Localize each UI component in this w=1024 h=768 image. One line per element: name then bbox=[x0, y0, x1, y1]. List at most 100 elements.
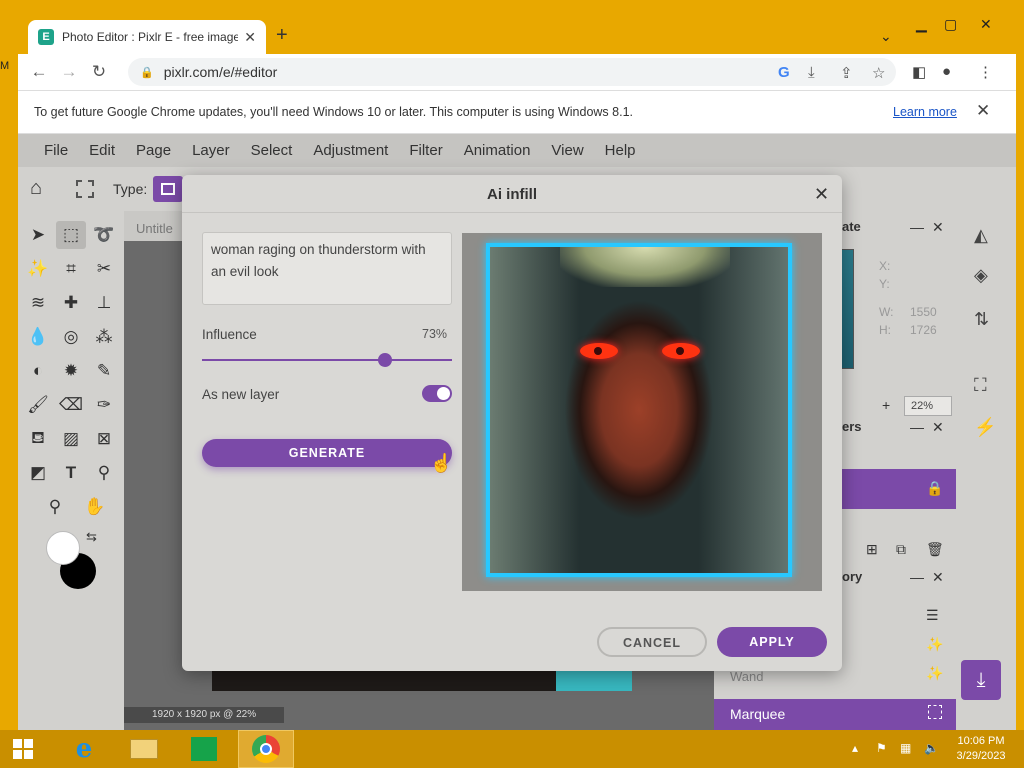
infobar-close-icon[interactable]: ✕ bbox=[976, 101, 990, 121]
address-bar[interactable]: 🔒 pixlr.com/e/#editor G ⤓ ⇪ ☆ bbox=[128, 58, 896, 86]
minimize-window-icon[interactable]: ▁ bbox=[916, 16, 927, 33]
text-tool-icon[interactable]: T bbox=[56, 459, 86, 487]
pen-tool-icon[interactable]: ✎ bbox=[89, 357, 119, 385]
gradient-tool-icon[interactable]: ▨ bbox=[56, 425, 86, 453]
navigator-close-icon[interactable]: ✕ bbox=[932, 219, 944, 236]
menu-edit[interactable]: Edit bbox=[89, 142, 115, 159]
maximize-window-icon[interactable]: ▢ bbox=[944, 16, 957, 33]
install-app-icon[interactable]: ⤓ bbox=[808, 64, 815, 81]
history-doc-icon[interactable]: ☰ bbox=[926, 607, 939, 624]
tray-volume-icon[interactable]: 🔈 bbox=[924, 741, 939, 755]
delete-layer-icon[interactable]: 🗑 bbox=[926, 541, 944, 558]
slider-thumb[interactable] bbox=[377, 353, 392, 367]
history-item-marquee[interactable]: Marquee bbox=[714, 699, 956, 730]
home-icon[interactable]: ⌂ bbox=[30, 177, 42, 200]
arrange-tool-icon[interactable]: ➤ bbox=[23, 221, 53, 249]
close-tab-icon[interactable]: ✕ bbox=[244, 29, 256, 46]
new-tab-icon[interactable]: + bbox=[276, 24, 288, 47]
share-icon[interactable]: ⇪ bbox=[840, 64, 853, 82]
as-new-layer-toggle[interactable] bbox=[422, 385, 452, 402]
ie-taskbar-icon[interactable]: e bbox=[56, 730, 112, 768]
browser-menu-icon[interactable]: ⋮ bbox=[978, 63, 993, 81]
layers-close-icon[interactable]: ✕ bbox=[932, 419, 944, 436]
sun-tool-icon[interactable]: ✹ bbox=[56, 357, 86, 385]
blur-tool-icon[interactable]: 💧 bbox=[23, 323, 53, 351]
clone-tool-icon[interactable]: ⊥ bbox=[89, 289, 119, 317]
download-button[interactable]: ⤓ bbox=[961, 660, 1001, 700]
swap-colors-icon[interactable]: ⇆ bbox=[86, 529, 97, 545]
tray-expand-icon[interactable]: ▴ bbox=[852, 741, 858, 755]
marquee-tool-icon[interactable]: ⬚ bbox=[56, 221, 86, 249]
learn-more-link[interactable]: Learn more bbox=[893, 105, 957, 119]
heal-tool-icon[interactable]: ✚ bbox=[56, 289, 86, 317]
liquify-tool-icon[interactable]: ≋ bbox=[23, 289, 53, 317]
crop-tool-icon[interactable]: ⌗ bbox=[56, 255, 86, 283]
hand-tool-icon[interactable]: ✋ bbox=[80, 493, 110, 521]
influence-slider[interactable] bbox=[202, 353, 452, 367]
zoom-tool-icon[interactable]: ⚲ bbox=[40, 493, 70, 521]
forward-arrow-icon[interactable]: → bbox=[54, 62, 84, 82]
dodge-tool-icon[interactable]: ◐ bbox=[23, 357, 53, 385]
duplicate-layer-icon[interactable]: ⧉ bbox=[896, 541, 906, 558]
layers-collapse-icon[interactable]: — bbox=[910, 419, 924, 435]
cut-tool-icon[interactable]: ✂ bbox=[89, 255, 119, 283]
wand-tool-icon[interactable]: ✨ bbox=[23, 255, 53, 283]
dialog-close-icon[interactable]: ✕ bbox=[814, 184, 829, 205]
quick-action-icon[interactable]: ⚡ bbox=[974, 417, 996, 438]
tray-flag-icon[interactable]: ⚑ bbox=[876, 741, 887, 755]
prompt-input[interactable]: woman raging on thunderstorm with an evi… bbox=[202, 232, 452, 305]
fill-tool-icon[interactable]: ⛾ bbox=[23, 425, 53, 453]
lasso-tool-icon[interactable]: ➰ bbox=[89, 221, 119, 249]
menu-filter[interactable]: Filter bbox=[409, 142, 442, 159]
history-close-icon[interactable]: ✕ bbox=[932, 569, 944, 586]
lock-icon[interactable]: 🔒 bbox=[926, 480, 943, 497]
cancel-button[interactable]: CANCEL bbox=[597, 627, 707, 657]
rectangle-type-button[interactable] bbox=[153, 176, 183, 202]
history-collapse-icon[interactable]: — bbox=[910, 569, 924, 585]
adjust-panel-icon[interactable]: ⇅ bbox=[974, 309, 989, 330]
shape-tool-icon[interactable]: ◩ bbox=[23, 459, 53, 487]
add-layer-icon[interactable]: ⊞ bbox=[866, 541, 878, 558]
explorer-taskbar-icon[interactable] bbox=[116, 730, 172, 768]
navigator-collapse-icon[interactable]: — bbox=[910, 219, 924, 235]
menu-layer[interactable]: Layer bbox=[192, 142, 230, 159]
menu-select[interactable]: Select bbox=[251, 142, 293, 159]
eraser-tool-icon[interactable]: ⌫ bbox=[56, 391, 86, 419]
brush-tool-icon[interactable]: 🖌 bbox=[23, 391, 53, 419]
menu-animation[interactable]: Animation bbox=[464, 142, 531, 159]
navigator-panel-icon[interactable]: ◭ bbox=[974, 225, 988, 246]
history-wand-icon-2[interactable]: ✨ bbox=[926, 665, 943, 682]
document-tab[interactable]: Untitle bbox=[124, 211, 184, 241]
chrome-taskbar-icon[interactable] bbox=[238, 730, 294, 768]
menu-help[interactable]: Help bbox=[605, 142, 636, 159]
background-color-swatch[interactable] bbox=[46, 531, 80, 565]
google-translate-icon[interactable]: G bbox=[778, 64, 790, 81]
start-button[interactable] bbox=[0, 730, 46, 768]
color-replace-tool-icon[interactable]: ✑ bbox=[89, 391, 119, 419]
back-arrow-icon[interactable]: ← bbox=[24, 62, 54, 82]
fullscreen-icon[interactable]: ⛶ bbox=[974, 375, 987, 396]
image-tool-icon[interactable]: ⊠ bbox=[89, 425, 119, 453]
menu-view[interactable]: View bbox=[551, 142, 583, 159]
generate-button[interactable]: GENERATE bbox=[202, 439, 452, 467]
selection-icon[interactable] bbox=[76, 180, 94, 198]
reload-icon[interactable]: ↻ bbox=[84, 62, 114, 82]
apply-button[interactable]: APPLY bbox=[717, 627, 827, 657]
tray-network-icon[interactable]: ▦ bbox=[900, 741, 911, 755]
history-item-wand[interactable]: Wand bbox=[730, 669, 763, 684]
close-window-icon[interactable]: ✕ bbox=[980, 16, 992, 33]
menu-adjustment[interactable]: Adjustment bbox=[313, 142, 388, 159]
bookmark-star-icon[interactable]: ☆ bbox=[872, 64, 885, 82]
generated-preview-image[interactable] bbox=[486, 243, 792, 577]
eyedropper-tool-icon[interactable]: ⚲ bbox=[89, 459, 119, 487]
system-clock[interactable]: 10:06 PM 3/29/2023 bbox=[942, 734, 1020, 764]
browser-tab[interactable]: E Photo Editor : Pixlr E - free image ✕ bbox=[28, 20, 266, 54]
menu-page[interactable]: Page bbox=[136, 142, 171, 159]
side-panel-icon[interactable]: ◧ bbox=[912, 63, 926, 81]
store-taskbar-icon[interactable] bbox=[176, 730, 232, 768]
dots-tool-icon[interactable]: ⁂ bbox=[89, 323, 119, 351]
history-wand-icon[interactable]: ✨ bbox=[926, 636, 943, 653]
menu-file[interactable]: File bbox=[44, 142, 68, 159]
sponge-tool-icon[interactable]: ◎ bbox=[56, 323, 86, 351]
layers-panel-icon[interactable]: ◈ bbox=[974, 265, 988, 286]
